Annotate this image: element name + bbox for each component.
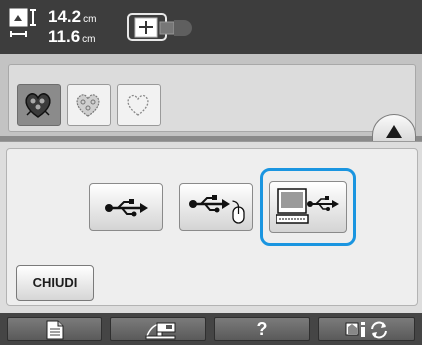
pattern-button-3[interactable] xyxy=(117,84,161,126)
bottom-toolbar: ? xyxy=(0,313,422,345)
embroidery-screen: 14.2 cm 11.6 cm CHIUDI ? xyxy=(0,0,422,345)
lace-heart-pattern-outline-icon xyxy=(76,94,100,117)
pattern-button-1[interactable] xyxy=(17,84,61,126)
status-bar: 14.2 cm 11.6 cm xyxy=(0,0,422,54)
height-value: 14.2 xyxy=(48,7,82,26)
sewing-machine-icon xyxy=(145,322,176,340)
close-button[interactable]: CHIUDI xyxy=(16,265,94,301)
document-button[interactable] xyxy=(7,317,102,341)
help-icon: ? xyxy=(256,319,268,339)
dialog-body: CHIUDI xyxy=(6,148,418,306)
pattern-list xyxy=(8,64,416,132)
connection-dialog: CHIUDI xyxy=(0,141,422,314)
pattern-panel: 7 7 xyxy=(0,54,422,136)
computer-usb-icon xyxy=(276,188,339,224)
sewing-machine-button[interactable] xyxy=(110,317,206,341)
document-icon xyxy=(46,320,64,340)
hoop-position-icon xyxy=(127,13,192,41)
help-button[interactable]: ? xyxy=(214,317,310,341)
heart-pattern-outline-icon xyxy=(127,94,149,116)
lace-heart-pattern-filled-icon xyxy=(25,93,51,118)
width-readout: 11.6 cm xyxy=(48,28,96,48)
width-value: 11.6 xyxy=(48,27,81,46)
usb-media-button[interactable] xyxy=(89,183,163,231)
height-readout: 14.2 cm xyxy=(48,8,96,28)
pattern-button-2[interactable] xyxy=(67,84,111,126)
settings-icon xyxy=(345,321,387,339)
settings-button[interactable] xyxy=(318,317,415,341)
embroidery-size-icon xyxy=(9,8,36,37)
usb-mouse-icon xyxy=(189,195,245,224)
triangle-up-icon xyxy=(386,125,402,138)
computer-button-highlight xyxy=(260,168,356,246)
page-indicator: 7 7 xyxy=(380,70,414,110)
usb-icon xyxy=(105,199,148,217)
width-unit: cm xyxy=(82,34,96,45)
height-unit: cm xyxy=(83,14,97,25)
computer-button[interactable] xyxy=(269,181,347,233)
usb-mouse-button[interactable] xyxy=(179,183,253,231)
